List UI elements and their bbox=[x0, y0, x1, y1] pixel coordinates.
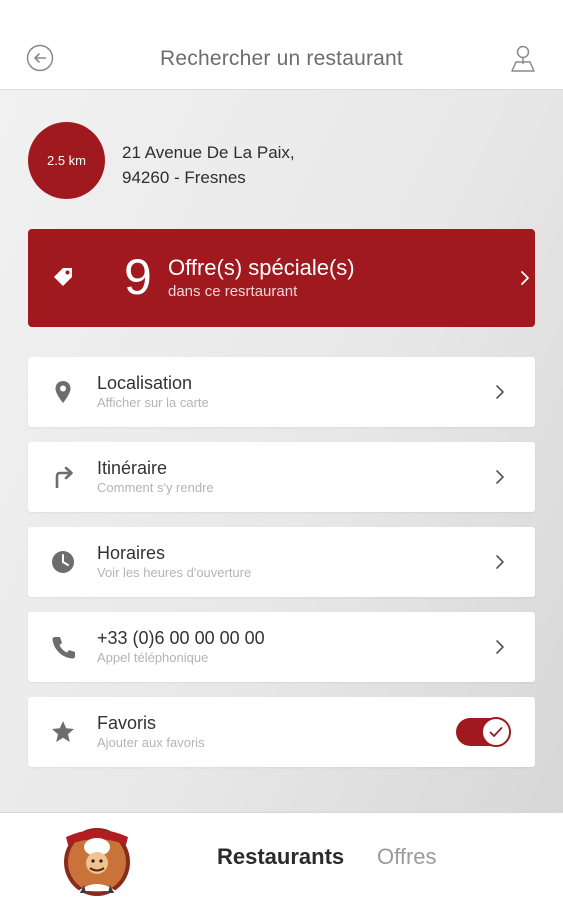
row-sublabel: Appel téléphonique bbox=[97, 650, 209, 665]
turn-right-icon bbox=[55, 466, 73, 488]
chevron-right-icon bbox=[496, 470, 504, 484]
chevron-right-icon bbox=[496, 640, 504, 654]
clock-icon bbox=[52, 551, 74, 573]
row-sublabel: Voir les heures d'ouverture bbox=[97, 565, 252, 580]
bottom-navigation: Restaurants Offres bbox=[0, 812, 563, 900]
price-tag-icon bbox=[54, 268, 72, 286]
row-sublabel: Comment s'y rendre bbox=[97, 480, 214, 495]
star-icon bbox=[52, 721, 74, 742]
distance-badge: 2.5 km bbox=[28, 122, 105, 199]
chevron-right-icon bbox=[496, 555, 504, 569]
special-offers-button[interactable]: 9 Offre(s) spéciale(s) dans ce resrtaura… bbox=[28, 229, 535, 327]
map-pin-icon bbox=[55, 381, 71, 403]
row-label: Itinéraire bbox=[97, 458, 168, 478]
row-itineraire[interactable]: Itinéraire Comment s'y rendre bbox=[28, 442, 535, 512]
row-horaires[interactable]: Horaires Voir les heures d'ouverture bbox=[28, 527, 535, 597]
row-label: +33 (0)6 00 00 00 00 bbox=[97, 628, 265, 648]
user-location-icon[interactable] bbox=[508, 42, 538, 74]
restaurant-details: 2.5 km 21 Avenue De La Paix, 94260 - Fre… bbox=[0, 90, 563, 812]
chevron-right-icon bbox=[521, 271, 529, 285]
chef-logo bbox=[64, 828, 130, 896]
page-title: Rechercher un restaurant bbox=[160, 47, 403, 70]
row-sublabel: Ajouter aux favoris bbox=[97, 735, 205, 750]
tab-restaurants[interactable]: Restaurants bbox=[217, 844, 344, 870]
tab-offres[interactable]: Offres bbox=[377, 844, 437, 870]
chevron-right-icon bbox=[496, 385, 504, 399]
row-label: Localisation bbox=[97, 373, 193, 393]
row-label: Favoris bbox=[97, 713, 157, 733]
row-label: Horaires bbox=[97, 543, 166, 563]
address-line-1: 21 Avenue De La Paix, bbox=[122, 143, 295, 162]
offers-title: Offre(s) spéciale(s) bbox=[168, 255, 355, 280]
row-sublabel: Afficher sur la carte bbox=[97, 395, 209, 410]
row-favoris: Favoris Ajouter aux favoris bbox=[28, 697, 535, 767]
distance-value: 2.5 km bbox=[46, 153, 86, 168]
phone-icon bbox=[52, 637, 75, 659]
offers-count: 9 bbox=[124, 249, 152, 305]
check-icon bbox=[489, 727, 503, 737]
row-localisation[interactable]: Localisation Afficher sur la carte bbox=[28, 357, 535, 427]
favorite-toggle[interactable] bbox=[456, 717, 511, 747]
toggle-knob bbox=[481, 717, 511, 747]
top-bar: Rechercher un restaurant bbox=[0, 0, 563, 90]
row-phone[interactable]: +33 (0)6 00 00 00 00 Appel téléphonique bbox=[28, 612, 535, 682]
offers-subtitle: dans ce resrtaurant bbox=[168, 283, 298, 300]
address-line-2: 94260 - Fresnes bbox=[122, 168, 246, 187]
restaurant-address: 21 Avenue De La Paix, 94260 - Fresnes bbox=[122, 140, 295, 190]
